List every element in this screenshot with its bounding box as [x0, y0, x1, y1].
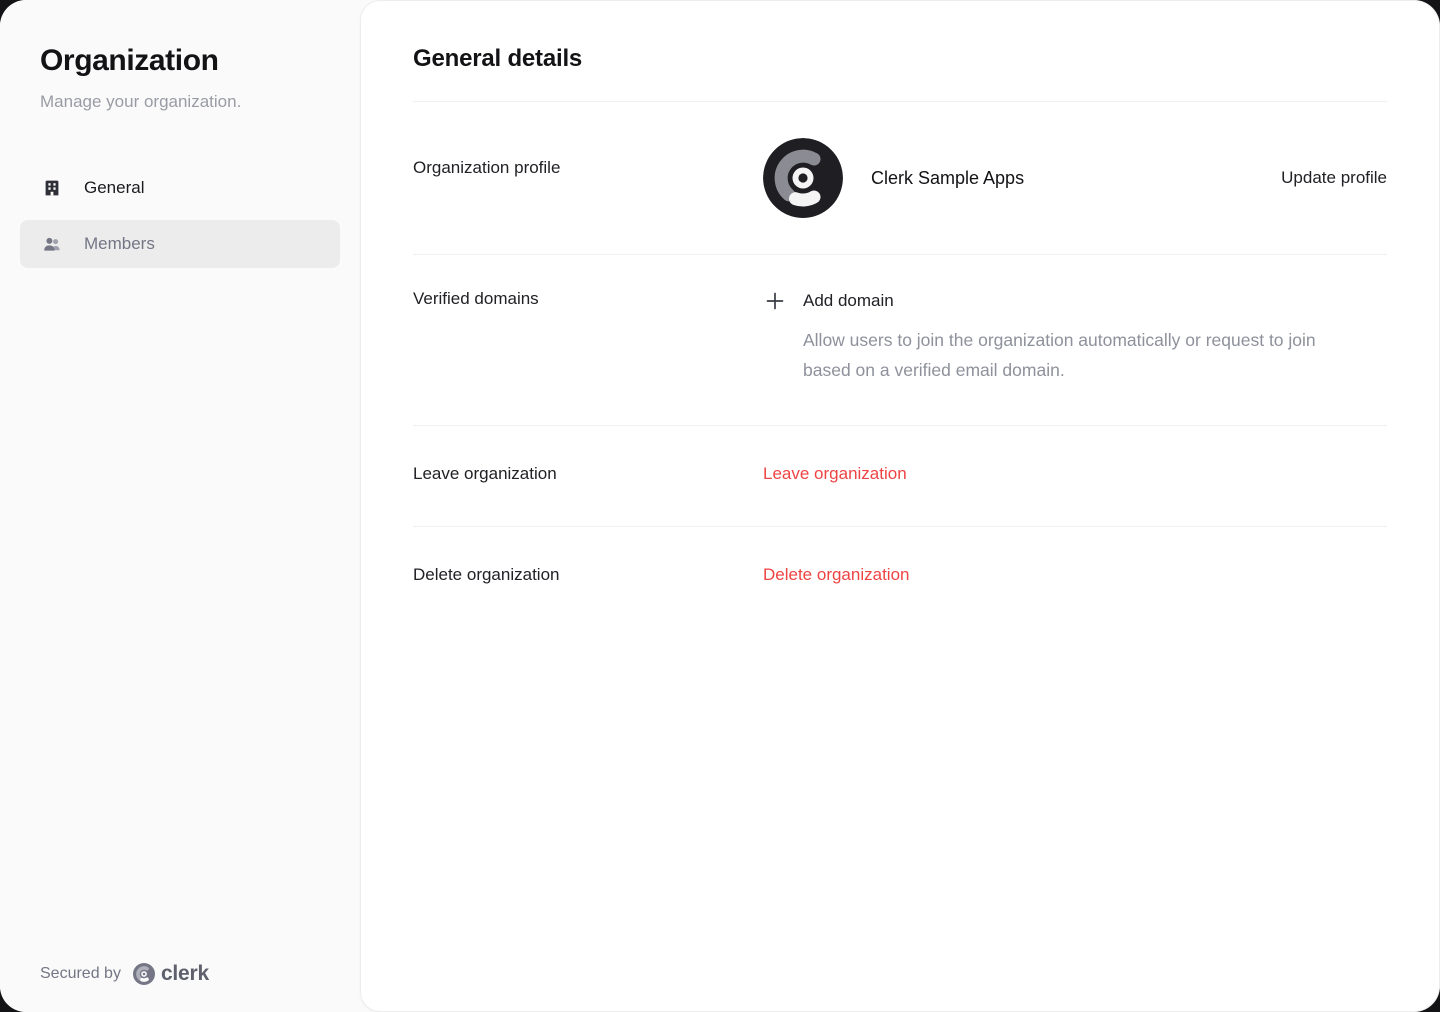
leave-organization-button[interactable]: Leave organization [763, 464, 907, 484]
leave-organization-row: Leave organization Leave organization [413, 425, 1387, 526]
page-title: Organization [40, 44, 320, 78]
row-label: Leave organization [413, 464, 763, 484]
organization-profile-row: Organization profile Clerk Sample Apps U… [413, 101, 1387, 254]
update-profile-button[interactable]: Update profile [1281, 168, 1387, 188]
building-icon [42, 178, 62, 198]
sidebar-item-label: Members [84, 234, 155, 254]
clerk-mark-icon [133, 963, 155, 985]
sidebar-item-general[interactable]: General [20, 164, 340, 212]
row-label: Delete organization [413, 565, 763, 585]
add-domain-label: Add domain [803, 291, 894, 311]
secured-by-clerk: Secured by clerk [40, 962, 209, 986]
sidebar-nav: General Members [20, 164, 340, 268]
row-label: Verified domains [413, 289, 763, 309]
organization-modal: Organization Manage your organization. G… [0, 0, 1440, 1012]
plus-icon [763, 289, 787, 313]
delete-organization-row: Delete organization Delete organization [413, 526, 1387, 627]
clerk-brand-link[interactable]: clerk [133, 962, 209, 986]
verified-domains-row: Verified domains Add domain Allow users … [413, 254, 1387, 425]
page-subtitle: Manage your organization. [40, 92, 320, 112]
add-domain-button[interactable]: Add domain [763, 289, 894, 313]
organization-avatar [763, 138, 843, 218]
section-heading: General details [413, 1, 1387, 101]
delete-organization-button[interactable]: Delete organization [763, 565, 909, 585]
general-details-panel: General details Organization profile Cle… [360, 0, 1440, 1012]
add-domain-description: Allow users to join the organization aut… [763, 325, 1323, 385]
organization-name: Clerk Sample Apps [871, 168, 1024, 189]
sidebar-item-members[interactable]: Members [20, 220, 340, 268]
secured-by-label: Secured by [40, 965, 121, 983]
row-label: Organization profile [413, 138, 763, 178]
members-icon [42, 234, 62, 254]
sidebar-item-label: General [84, 178, 144, 198]
clerk-wordmark: clerk [161, 962, 209, 986]
sidebar: Organization Manage your organization. G… [0, 0, 360, 1012]
